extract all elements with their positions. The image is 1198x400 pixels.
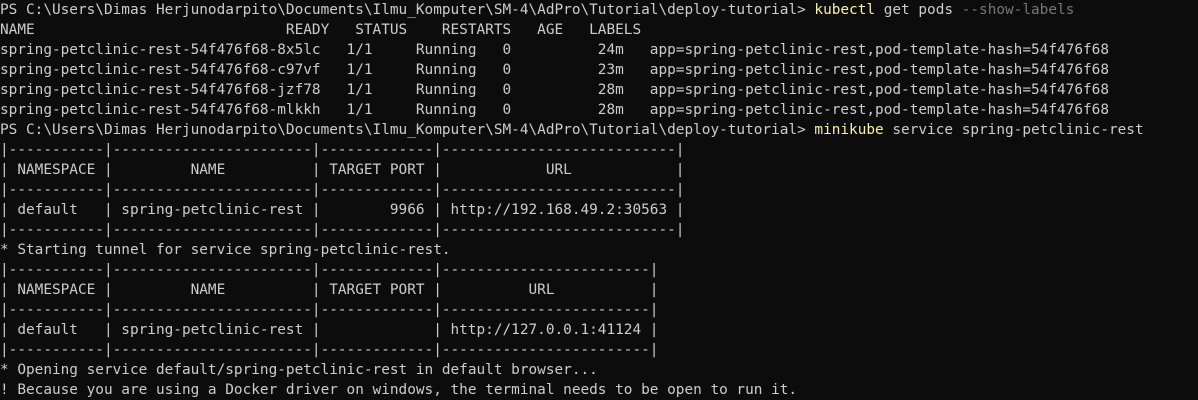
pods-header: NAME READY STATUS RESTARTS AGE LABELS: [0, 22, 642, 38]
pod-row: spring-petclinic-rest-54f476f68-jzf78 1/…: [0, 82, 1109, 98]
pod-row: spring-petclinic-rest-54f476f68-c97vf 1/…: [0, 62, 1109, 78]
service-table-border: |-----------|-----------------------|---…: [0, 182, 685, 198]
tunnel-table-row: | default | spring-petclinic-rest | | ht…: [0, 322, 659, 338]
service-table-header: | NAMESPACE | NAME | TARGET PORT | URL |: [0, 162, 685, 178]
prompt-path: PS C:\Users\Dimas Herjunodarpito\Documen…: [0, 2, 815, 18]
command-flag: --show-labels: [961, 2, 1075, 18]
service-table-border: |-----------|-----------------------|---…: [0, 142, 685, 158]
terminal-window[interactable]: PS C:\Users\Dimas Herjunodarpito\Documen…: [0, 0, 1198, 400]
command-args: get pods: [875, 2, 962, 18]
command-args: service spring-petclinic-rest: [883, 122, 1144, 138]
command-name: minikube: [814, 122, 884, 138]
pod-row: spring-petclinic-rest-54f476f68-8x5lc 1/…: [0, 42, 1109, 58]
tunnel-message: * Starting tunnel for service spring-pet…: [0, 242, 451, 258]
open-browser-message: * Opening service default/spring-petclin…: [0, 362, 598, 378]
tunnel-table-border: |-----------|-----------------------|---…: [0, 262, 659, 278]
prompt-path: PS C:\Users\Dimas Herjunodarpito\Documen…: [0, 122, 815, 138]
tunnel-table-border: |-----------|-----------------------|---…: [0, 302, 659, 318]
prompt-line-minikube: PS C:\Users\Dimas Herjunodarpito\Documen…: [0, 120, 1198, 140]
service-table-border: |-----------|-----------------------|---…: [0, 222, 685, 238]
command-name: kubectl: [814, 2, 876, 18]
service-table-row: | default | spring-petclinic-rest | 9966…: [0, 202, 685, 218]
tunnel-table-border: |-----------|-----------------------|---…: [0, 342, 659, 358]
tunnel-table-header: | NAMESPACE | NAME | TARGET PORT | URL |: [0, 282, 659, 298]
docker-warning-message: ! Because you are using a Docker driver …: [0, 382, 798, 398]
prompt-line-kubectl: PS C:\Users\Dimas Herjunodarpito\Documen…: [0, 0, 1198, 20]
pod-row: spring-petclinic-rest-54f476f68-mlkkh 1/…: [0, 102, 1109, 118]
